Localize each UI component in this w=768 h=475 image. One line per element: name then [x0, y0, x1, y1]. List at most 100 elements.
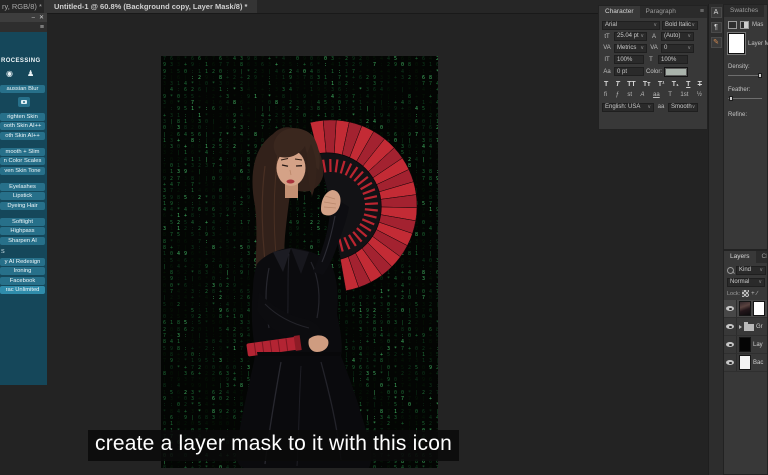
masks-title: Mas: [752, 22, 764, 28]
camera-button[interactable]: [17, 96, 30, 107]
plugin-button[interactable]: rac Unlimited: [0, 286, 45, 294]
layer-row-3[interactable]: Bac: [724, 354, 767, 372]
format-icon-6[interactable]: T: [686, 81, 690, 89]
tab-swatches[interactable]: Swatches: [724, 5, 764, 17]
feather-slider[interactable]: [728, 95, 762, 102]
layer-thumbnail[interactable]: [739, 301, 751, 316]
kerning-select[interactable]: Metrics ∨: [614, 43, 647, 53]
opentype-icon-6[interactable]: 1st: [680, 92, 688, 99]
layer-mask-thumbnail[interactable]: [753, 301, 765, 316]
opentype-icon-7[interactable]: ½: [697, 92, 702, 99]
paragraph-panel-icon[interactable]: ¶: [710, 22, 722, 33]
character-panel: Character Paragraph ≡ Arial ∨ Bold Italic…: [598, 5, 708, 130]
minimize-icon[interactable]: –: [32, 15, 35, 21]
format-icon-7[interactable]: T: [698, 81, 702, 89]
layer-filter-select[interactable]: Kind ∨: [736, 266, 766, 275]
opentype-icon-4[interactable]: aa: [653, 92, 660, 99]
lock-position-icon[interactable]: +: [751, 291, 755, 297]
format-icon-3[interactable]: Tт: [643, 81, 651, 89]
opentype-icon-0[interactable]: fi: [604, 92, 607, 99]
paragraph-styles-panel-icon[interactable]: ✎: [710, 37, 722, 48]
plugin-button[interactable]: righten Skin: [0, 112, 45, 121]
anti-alias-icon: aa: [657, 104, 665, 110]
horizontal-scale-icon: T: [649, 56, 653, 63]
lock-transparency-icon[interactable]: [742, 290, 750, 297]
pixel-mask-icon[interactable]: [728, 21, 737, 29]
layer-name: Bac: [753, 359, 764, 366]
close-icon[interactable]: ✕: [39, 14, 44, 21]
opentype-icon-1[interactable]: ƒ: [616, 92, 619, 99]
background-document-tab[interactable]: ry, RGB/8) *: [2, 2, 42, 11]
opentype-icon-3[interactable]: A: [641, 92, 645, 99]
plugin-button[interactable]: Dyeing Hair: [0, 201, 45, 210]
plugin-button[interactable]: mooth + Slim: [0, 147, 45, 156]
lock-image-icon[interactable]: ∕: [757, 291, 758, 297]
font-size-select[interactable]: 25.04 pt ∨: [614, 32, 647, 41]
plugin-button[interactable]: Highpass: [0, 227, 45, 235]
language-select[interactable]: English: USA ∨: [602, 102, 654, 112]
vector-mask-icon[interactable]: [740, 21, 749, 29]
plugin-button[interactable]: ven Skin Tone: [0, 166, 45, 175]
panel-menu-icon[interactable]: ≡: [700, 6, 707, 18]
anti-alias-select[interactable]: Smooth ∨: [668, 102, 698, 112]
opentype-icon-5[interactable]: T: [668, 92, 672, 99]
density-slider[interactable]: [728, 72, 762, 79]
text-color-swatch[interactable]: [664, 66, 689, 77]
visibility-eye-icon[interactable]: [726, 306, 734, 311]
color-wheel-icon[interactable]: ◉: [6, 69, 13, 78]
font-style-select[interactable]: Bold Italic ∨: [662, 20, 698, 30]
user-icon[interactable]: ♟: [27, 69, 34, 78]
filter-search-icon: [727, 267, 734, 274]
layer-thumbnail[interactable]: [739, 337, 751, 352]
visibility-eye-icon[interactable]: [726, 342, 734, 347]
baseline-shift-icon: Aa: [603, 68, 611, 75]
visibility-eye-icon[interactable]: [726, 360, 734, 365]
plugin-button[interactable]: aussian Blur: [0, 84, 45, 93]
horizontal-scale-field[interactable]: 100%: [658, 55, 688, 64]
font-family-select[interactable]: Arial ∨: [602, 20, 660, 30]
plugin-button[interactable]: y AI Redesign: [0, 257, 45, 266]
format-icon-4[interactable]: T¹: [658, 81, 665, 89]
tracking-select[interactable]: 0 ∨: [661, 43, 694, 53]
group-expand-icon[interactable]: [739, 324, 742, 329]
plugin-button[interactable]: n Color Scales: [0, 157, 45, 165]
tab-character[interactable]: Character: [599, 6, 640, 18]
menu-icon[interactable]: ≡: [40, 24, 44, 31]
blend-mode-select[interactable]: Normal ∨: [727, 278, 765, 287]
layer-mask-thumbnail[interactable]: [727, 32, 746, 55]
layer-row-1[interactable]: Gr: [724, 318, 767, 336]
vertical-scale-field[interactable]: 100%: [614, 55, 644, 64]
format-icon-5[interactable]: T₁: [672, 81, 679, 89]
photo-woman-with-red-fan: [236, 119, 418, 468]
text-format-toolbar: T T TT Tт T¹ T₁ T T: [604, 81, 702, 89]
opentype-icon-2[interactable]: st: [627, 92, 632, 99]
layer-row-2[interactable]: Lay: [724, 336, 767, 354]
video-caption: create a layer mask to it with this icon: [88, 430, 459, 461]
baseline-shift-field[interactable]: 0 pt: [614, 67, 644, 76]
properties-panel: Swatches Pro Mas Layer Ma Density: Feath…: [723, 4, 768, 250]
format-icon-1[interactable]: T: [616, 81, 620, 89]
tab-layers[interactable]: Layers: [724, 251, 756, 263]
leading-select[interactable]: (Auto) ∨: [661, 32, 694, 41]
tab-properties[interactable]: Pro: [764, 5, 767, 17]
layer-row-0[interactable]: [724, 300, 767, 318]
layer-thumbnail[interactable]: [739, 355, 751, 370]
visibility-eye-icon[interactable]: [726, 324, 734, 329]
plugin-button[interactable]: Ironing: [0, 267, 45, 275]
plugin-button[interactable]: oth Skin AI++: [0, 131, 45, 140]
plugin-button[interactable]: ooth Skin AI++: [0, 122, 45, 130]
tab-channels[interactable]: Cha: [756, 251, 767, 263]
active-document-tab[interactable]: Untitled-1 @ 60.8% (Background copy, Lay…: [44, 0, 258, 13]
plugin-button[interactable]: Eyelashes: [0, 182, 45, 191]
document-canvas[interactable]: 7 9 9 2 3 | 9 3 * +3 0 | 1 9 3:7 8 9 +3 5 1 4 6 2 3 8 8 8 1 1 | +5 0 4 | 5…: [161, 56, 438, 468]
plugin-button[interactable]: Lipstick: [0, 192, 45, 200]
format-icon-2[interactable]: TT: [627, 81, 636, 89]
vertical-scale-icon: IT: [604, 56, 610, 63]
character-panel-icon[interactable]: A: [710, 7, 722, 18]
format-icon-0[interactable]: T: [604, 81, 608, 89]
plugin-button[interactable]: Softlight: [0, 217, 45, 226]
refine-label: Refine:: [728, 112, 748, 118]
tab-paragraph[interactable]: Paragraph: [640, 6, 682, 18]
plugin-button[interactable]: Facebook: [0, 276, 45, 285]
plugin-button[interactable]: Sharpen AI: [0, 236, 45, 245]
